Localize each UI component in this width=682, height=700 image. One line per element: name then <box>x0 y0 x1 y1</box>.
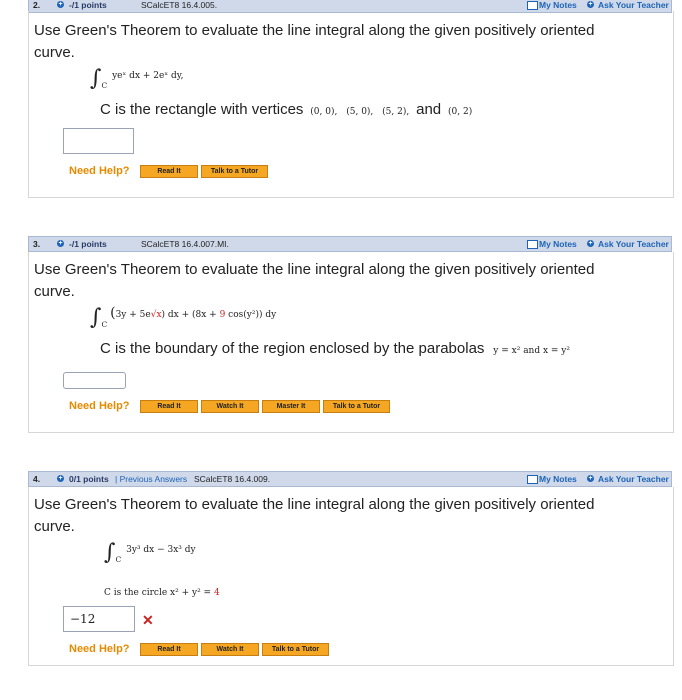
q3-source: SCalcET8 16.4.007.MI. <box>141 239 229 249</box>
q4-answer-input[interactable]: −12 <box>63 606 135 632</box>
q3-integral: ∫C (3y + 5e√x) dx + (8x + 9 cos(y²)) dy <box>90 305 276 330</box>
incorrect-x-icon: ✕ <box>142 612 154 628</box>
q4-my-notes[interactable]: My Notes <box>539 472 577 486</box>
q3-read-it-button[interactable]: Read It <box>140 400 198 413</box>
q2-talk-tutor-button[interactable]: Talk to a Tutor <box>201 165 268 178</box>
expand-plus-icon[interactable]: + <box>57 240 64 247</box>
q2-curve: C is the rectangle with vertices (0, 0),… <box>100 101 472 118</box>
integral-sub: C <box>101 319 108 329</box>
q3-tail: ) dy <box>258 310 277 320</box>
q4-prompt: Use Green's Theorem to evaluate the line… <box>34 496 595 535</box>
q2-prompt: Use Green's Theorem to evaluate the line… <box>34 22 595 61</box>
my-notes-checkbox-icon[interactable] <box>527 240 538 249</box>
q3-sqrt: √x <box>150 310 162 320</box>
q3-number: 3. <box>33 239 41 249</box>
q2-integral: ∫C yeˣ dx + 2eˣ dy, <box>90 66 184 91</box>
ask-teacher-plus-icon[interactable]: + <box>587 240 594 247</box>
q4-number: 4. <box>33 474 41 484</box>
q3-prompt: Use Green's Theorem to evaluate the line… <box>34 261 595 300</box>
q3-answer-input[interactable] <box>63 372 126 389</box>
my-notes-checkbox-icon[interactable] <box>527 475 538 484</box>
q4-curve-text: C is the circle x² + y² = <box>104 588 214 598</box>
q3-part2a: 8x + <box>195 310 220 320</box>
q4-integrand: 3y³ dx − 3x³ dy <box>126 545 196 555</box>
q3-points: -/1 points <box>69 239 107 249</box>
q2-need-help: Need Help? <box>69 165 130 177</box>
q4-previous-answers-link[interactable]: | Previous Answers <box>115 472 187 486</box>
integral-sub: C <box>101 80 108 90</box>
q4-header: 4. + 0/1 points | Previous Answers SCalc… <box>28 471 672 487</box>
ask-teacher-plus-icon[interactable]: + <box>587 475 594 482</box>
q2-answer-input[interactable] <box>63 128 134 154</box>
q2-and: and <box>416 101 442 118</box>
integral-sign: ∫ <box>104 540 116 565</box>
q3-curve-text: C is the boundary of the region enclosed… <box>100 340 485 357</box>
expand-plus-icon[interactable]: + <box>57 475 64 482</box>
q3-ask-teacher[interactable]: Ask Your Teacher <box>598 237 669 251</box>
my-notes-checkbox-icon[interactable] <box>527 1 538 10</box>
q3-master-it-button[interactable]: Master It <box>262 400 320 413</box>
vertex-2: (5, 0), <box>346 107 374 117</box>
integral-sign: ∫ <box>90 305 102 330</box>
q4-ask-teacher[interactable]: Ask Your Teacher <box>598 472 669 486</box>
q4-watch-it-button[interactable]: Watch It <box>201 643 259 656</box>
q2-read-it-button[interactable]: Read It <box>140 165 198 178</box>
q3-my-notes[interactable]: My Notes <box>539 237 577 251</box>
q3-mid: ) dx + ( <box>161 310 196 320</box>
integral-sign: ∫ <box>90 66 102 91</box>
q4-radius: 4 <box>213 588 220 598</box>
q3-need-help: Need Help? <box>69 400 130 412</box>
q4-need-help: Need Help? <box>69 643 130 655</box>
q3-watch-it-button[interactable]: Watch It <box>201 400 259 413</box>
vertex-1: (0, 0), <box>310 107 338 117</box>
q4-points: 0/1 points <box>69 474 109 484</box>
q3-header: 3. + -/1 points SCalcET8 16.4.007.MI. My… <box>28 236 672 252</box>
ask-teacher-plus-icon[interactable]: + <box>587 1 594 8</box>
q2-integrand: yeˣ dx + 2eˣ dy, <box>112 71 184 81</box>
q3-part1: 3y + 5e <box>115 310 151 320</box>
vertex-3: (5, 2), <box>382 107 410 117</box>
paren-open: ( <box>110 305 116 321</box>
integral-sub: C <box>115 554 122 564</box>
q3-parabolas: y = x² and x = y² <box>493 346 571 356</box>
q3-curve: C is the boundary of the region enclosed… <box>100 340 570 357</box>
q4-read-it-button[interactable]: Read It <box>140 643 198 656</box>
q4-curve: C is the circle x² + y² = 4 <box>104 588 220 598</box>
q4-talk-tutor-button[interactable]: Talk to a Tutor <box>262 643 329 656</box>
q2-curve-text: C is the rectangle with vertices <box>100 101 304 118</box>
q3-part2c: cos(y²) <box>225 310 259 320</box>
q4-integral: ∫C 3y³ dx − 3x³ dy <box>104 540 196 565</box>
vertex-4: (0, 2) <box>448 107 473 117</box>
q4-source: SCalcET8 16.4.009. <box>194 474 271 484</box>
expand-plus-icon[interactable]: + <box>57 1 64 8</box>
q3-talk-tutor-button[interactable]: Talk to a Tutor <box>323 400 390 413</box>
